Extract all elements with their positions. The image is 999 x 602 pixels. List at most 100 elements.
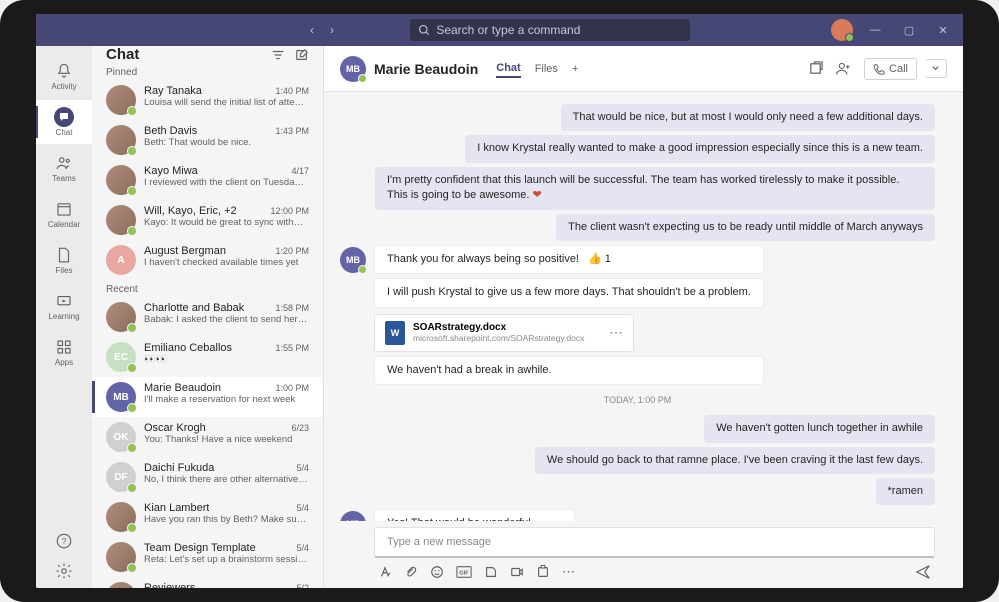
rail-label: Files [56, 266, 73, 275]
chat-list-item[interactable]: ECEmiliano Ceballos1:55 PM👀👀 [92, 337, 323, 377]
chat-list-item[interactable]: Reviewers5/2Darren: Thats fine with me [92, 577, 323, 588]
rail-teams[interactable]: Teams [36, 146, 92, 190]
chat-name: Oscar Krogh [144, 422, 206, 434]
conversation-name: Marie Beaudoin [374, 61, 478, 77]
rail-label: Chat [56, 128, 73, 137]
tablet-frame: ‹ › Search or type a command — ▢ ✕ Activ… [0, 0, 999, 602]
filter-icon[interactable] [271, 48, 285, 62]
call-dropdown[interactable] [925, 59, 947, 78]
chat-time: 12:00 PM [270, 206, 309, 216]
chat-list-item[interactable]: MBMarie Beaudoin1:00 PMI'll make a reser… [92, 377, 323, 417]
chat-list-title: Chat [106, 46, 139, 63]
gif-icon[interactable]: GIF [456, 565, 472, 579]
add-people-icon[interactable] [835, 60, 852, 77]
rail-learning[interactable]: Learning [36, 284, 92, 328]
chat-list-item[interactable]: Will, Kayo, Eric, +212:00 PMKayo: It wou… [92, 200, 323, 240]
help-icon[interactable]: ? [55, 532, 73, 550]
chat-avatar [106, 125, 136, 155]
conversation-header: MB Marie Beaudoin Chat Files + Call [324, 46, 963, 92]
bell-icon [54, 61, 74, 81]
chat-list-item[interactable]: Kayo Miwa4/17I reviewed with the client … [92, 160, 323, 200]
search-placeholder: Search or type a command [436, 23, 580, 37]
message-compose-input[interactable]: Type a new message [374, 527, 935, 558]
message-list[interactable]: That would be nice, but at most I would … [324, 92, 963, 521]
add-tab-button[interactable]: + [572, 61, 578, 77]
chat-list-item[interactable]: DFDaichi Fukuda5/4No, I think there are … [92, 457, 323, 497]
search-icon [418, 24, 430, 36]
calendar-icon [54, 199, 74, 219]
settings-icon[interactable] [55, 562, 73, 580]
chat-preview: I'll make a reservation for next week [144, 394, 309, 405]
teams-icon [54, 153, 74, 173]
rail-calendar[interactable]: Calendar [36, 192, 92, 236]
chat-time: 1:20 PM [275, 246, 309, 256]
chat-name: Charlotte and Babak [144, 302, 244, 314]
chat-preview: You: Thanks! Have a nice weekend [144, 434, 309, 445]
chat-name: Will, Kayo, Eric, +2 [144, 205, 237, 217]
message-bubble: I will push Krystal to give us a few mor… [374, 278, 764, 307]
current-user-avatar[interactable] [831, 19, 853, 41]
rail-files[interactable]: Files [36, 238, 92, 282]
chat-name: Daichi Fukuda [144, 462, 214, 474]
chat-list-item[interactable]: Charlotte and Babak1:58 PMBabak: I asked… [92, 297, 323, 337]
new-chat-icon[interactable] [295, 48, 309, 62]
back-arrow-icon[interactable]: ‹ [304, 23, 320, 37]
chat-list-item[interactable]: OKOscar Krogh6/23You: Thanks! Have a nic… [92, 417, 323, 457]
apps-icon [54, 337, 74, 357]
chat-time: 4/17 [291, 166, 309, 176]
app-window: ‹ › Search or type a command — ▢ ✕ Activ… [36, 14, 963, 588]
chat-list-item[interactable]: Team Design Template5/4Reta: Let's set u… [92, 537, 323, 577]
sticker-icon[interactable] [484, 565, 498, 579]
learning-icon [54, 291, 74, 311]
chat-list-item[interactable]: Ray Tanaka1:40 PMLouisa will send the in… [92, 80, 323, 120]
close-button[interactable]: ✕ [931, 24, 955, 37]
chat-list-header: Chat [92, 46, 323, 63]
message-bubble: We haven't gotten lunch together in awhi… [704, 415, 935, 442]
message-bubble: We haven't had a break in awhile. [374, 356, 764, 385]
rail-label: Activity [51, 82, 76, 91]
thumbs-up-reaction[interactable]: 👍 1 [588, 252, 611, 267]
chat-preview: Beth: That would be nice. [144, 137, 309, 148]
rail-chat[interactable]: Chat [36, 100, 92, 144]
minimize-button[interactable]: — [863, 24, 887, 36]
extension-icon[interactable] [536, 565, 550, 579]
chat-preview: Louisa will send the initial list of att… [144, 97, 309, 108]
call-button[interactable]: Call [864, 58, 917, 80]
message-bubble: I'm pretty confident that this launch wi… [375, 167, 935, 210]
chat-list-item[interactable]: Kian Lambert5/4Have you ran this by Beth… [92, 497, 323, 537]
title-bar: ‹ › Search or type a command — ▢ ✕ [36, 14, 963, 46]
conversation-panel: MB Marie Beaudoin Chat Files + Call [324, 46, 963, 588]
chat-list-item[interactable]: AAugust Bergman1:20 PMI haven't checked … [92, 240, 323, 280]
conversation-avatar: MB [340, 56, 366, 82]
send-icon[interactable] [915, 564, 931, 580]
popout-icon[interactable] [808, 61, 823, 76]
meeting-icon[interactable] [510, 565, 524, 579]
message-bubble: I know Krystal really wanted to make a g… [465, 135, 935, 162]
files-icon [54, 245, 74, 265]
chat-list-item[interactable]: Beth Davis1:43 PMBeth: That would be nic… [92, 120, 323, 160]
file-more-icon[interactable]: ⋯ [609, 324, 623, 341]
rail-apps[interactable]: Apps [36, 330, 92, 374]
chat-preview: No, I think there are other alternatives… [144, 474, 309, 485]
tab-files[interactable]: Files [535, 61, 558, 77]
file-attachment[interactable]: W SOARstrategy.docx microsoft.sharepoint… [374, 314, 634, 352]
chat-name: Team Design Template [144, 542, 256, 554]
forward-arrow-icon[interactable]: › [324, 23, 340, 37]
chat-avatar [106, 302, 136, 332]
chat-avatar: EC [106, 342, 136, 372]
rail-activity[interactable]: Activity [36, 54, 92, 98]
search-input[interactable]: Search or type a command [410, 19, 690, 41]
chat-avatar [106, 502, 136, 532]
emoji-icon[interactable] [430, 565, 444, 579]
chat-preview: Reta: Let's set up a brainstorm session … [144, 554, 309, 565]
rail-label: Apps [55, 358, 73, 367]
chat-icon [54, 107, 74, 127]
attach-icon[interactable] [404, 565, 418, 579]
more-icon[interactable]: ⋯ [562, 564, 575, 580]
tab-chat[interactable]: Chat [496, 60, 520, 78]
chat-preview: Have you ran this by Beth? Make sure she… [144, 514, 309, 525]
chat-name: Kian Lambert [144, 502, 209, 514]
format-icon[interactable] [378, 565, 392, 579]
chat-name: Reviewers [144, 582, 195, 588]
maximize-button[interactable]: ▢ [897, 24, 921, 37]
